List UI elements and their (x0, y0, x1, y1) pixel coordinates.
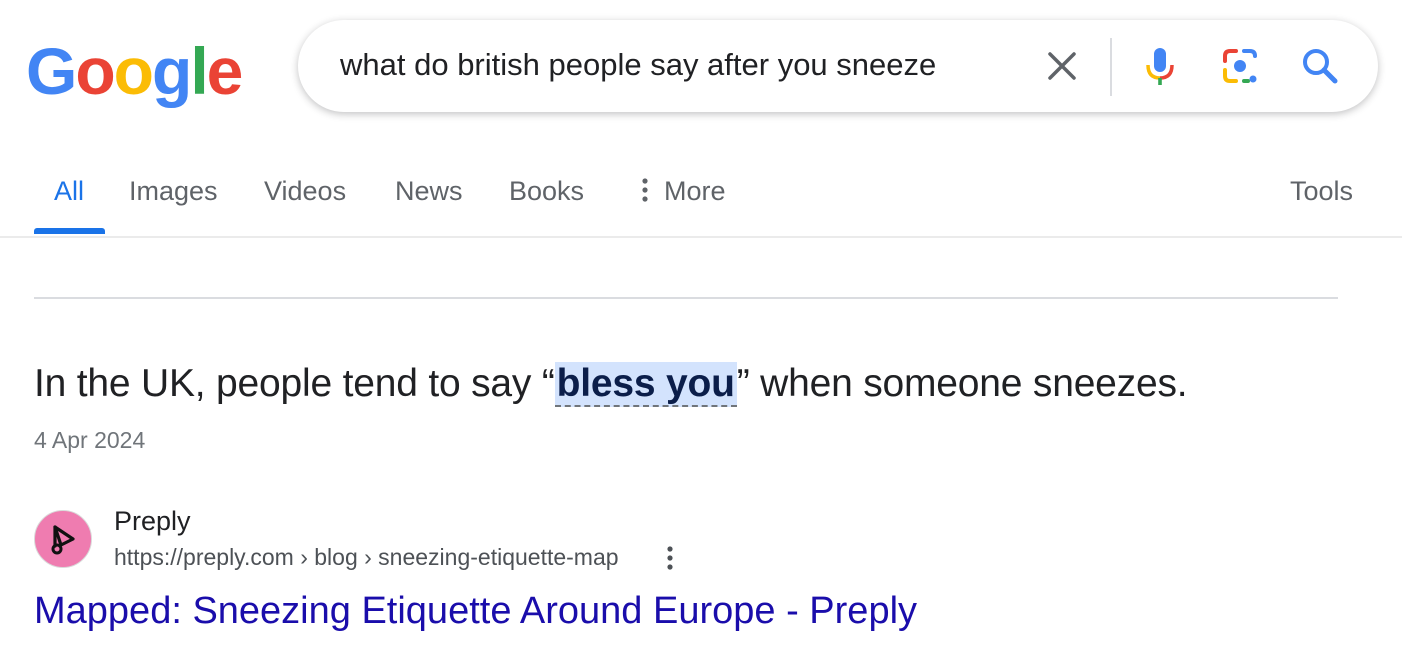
tab-videos[interactable]: Videos (264, 176, 346, 207)
microphone-icon (1146, 48, 1174, 85)
search-box[interactable]: what do british people say after you sne… (298, 20, 1378, 112)
snippet-text-after: ” when someone sneezes. (736, 362, 1188, 405)
clear-button[interactable] (1040, 44, 1084, 88)
logo-letter: o (75, 34, 115, 108)
result-url[interactable]: https://preply.com › blog › sneezing-eti… (114, 544, 619, 571)
logo-letter: e (206, 34, 244, 108)
camera-lens-icon (1223, 49, 1257, 83)
search-tabs: All Images Videos News Books More Tools (0, 160, 1402, 238)
lens-search-button[interactable] (1218, 44, 1262, 88)
snippet-text-before: In the UK, people tend to say “ (34, 362, 555, 405)
active-tab-indicator (34, 228, 105, 234)
voice-search-button[interactable] (1138, 44, 1182, 88)
search-divider (1110, 38, 1112, 96)
logo-letter: g (152, 34, 192, 108)
search-button[interactable] (1298, 44, 1342, 88)
logo-letter: l (190, 34, 208, 108)
search-icon (1303, 49, 1338, 84)
more-vert-icon (667, 546, 673, 570)
logo-letter: o (113, 34, 154, 108)
section-divider (34, 297, 1338, 299)
more-vert-icon (642, 178, 648, 202)
logo-letter: G (26, 34, 77, 108)
snippet-date: 4 Apr 2024 (34, 427, 146, 453)
tab-all[interactable]: All (54, 176, 84, 207)
snippet-highlight[interactable]: bless you (554, 362, 737, 407)
tab-news[interactable]: News (395, 176, 463, 207)
close-icon (1048, 52, 1076, 80)
tab-tools[interactable]: Tools (1290, 176, 1353, 207)
tab-books[interactable]: Books (509, 176, 584, 207)
preply-logo-icon (51, 525, 75, 555)
search-input[interactable]: what do british people say after you sne… (340, 47, 936, 83)
google-logo[interactable]: Google (26, 34, 244, 108)
featured-snippet-text: In the UK, people tend to say “bless you… (34, 362, 1188, 407)
result-site-name[interactable]: Preply (114, 506, 191, 537)
site-favicon[interactable] (34, 510, 92, 568)
tab-images[interactable]: Images (129, 176, 218, 207)
tab-more[interactable]: More (640, 176, 726, 207)
result-options-button[interactable] (658, 544, 682, 572)
result-title-link[interactable]: Mapped: Sneezing Etiquette Around Europe… (34, 590, 917, 633)
tab-more-label: More (664, 176, 726, 206)
